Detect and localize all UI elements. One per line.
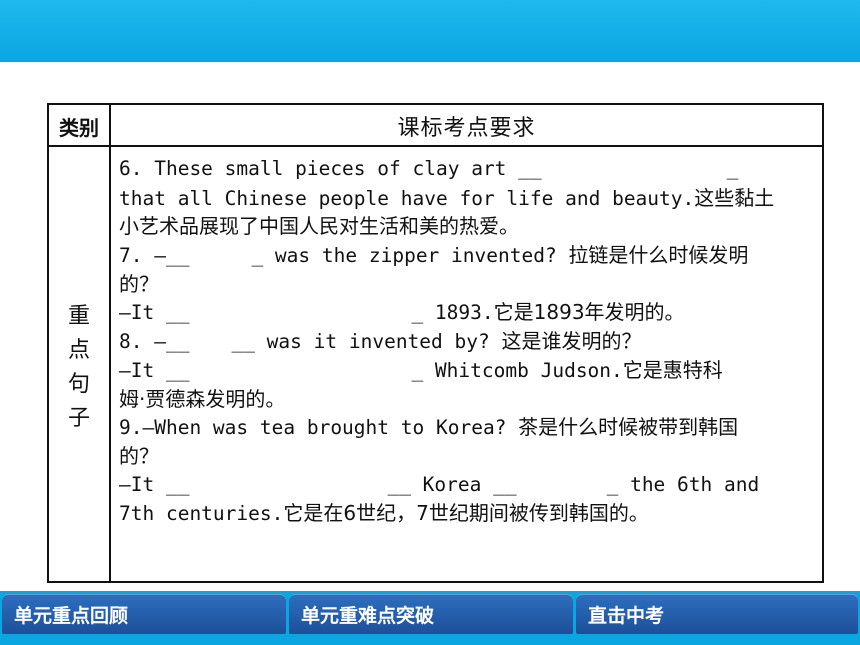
sentence-line: 的？ <box>119 443 159 468</box>
sentence-line: 6. These small pieces of clay art __ _ <box>119 157 739 180</box>
sentence-line: that all Chinese people have for life an… <box>119 185 775 210</box>
row-label-char: 子 <box>67 406 90 431</box>
nav-button-exam-focus[interactable]: 直击中考 <box>576 594 858 634</box>
sentence-line: 9.—When was tea brought to Korea? 茶是什么时候… <box>119 415 739 440</box>
header-category: 类别 <box>59 115 99 140</box>
sentence-line: 姆·贾德森发明的。 <box>119 386 286 411</box>
sentences-content: 6. These small pieces of clay art __ _ th… <box>119 155 819 528</box>
row-label-char: 句 <box>67 372 90 397</box>
sentence-line: —It __ _ 1893.它是1893年发明的。 <box>119 300 685 325</box>
row-label-char: 点 <box>67 338 90 363</box>
sentence-line: —It __ __ Korea __ _ the 6th and <box>119 472 760 496</box>
header-requirements: 课标考点要求 <box>397 116 536 141</box>
sentence-line: 7th centuries.它是在6世纪，7世纪期间被传到韩国的。 <box>119 501 649 526</box>
row-label-char: 重 <box>67 304 90 329</box>
sentence-line: 7. —__ _ was the zipper invented? 拉链是什么时候… <box>119 243 749 268</box>
sentence-line: 8. —__ __ was it invented by? 这是谁发明的？ <box>119 329 642 354</box>
sentence-line: 的？ <box>119 271 159 296</box>
requirements-table: 类别 课标考点要求 重 点 句 子 6. These small pieces … <box>47 103 824 583</box>
nav-button-unit-difficulties[interactable]: 单元重难点突破 <box>289 594 573 634</box>
top-banner <box>0 0 860 62</box>
nav-button-unit-review[interactable]: 单元重点回顾 <box>2 594 286 634</box>
column-divider <box>109 105 111 581</box>
row-label-key-sentences: 重 点 句 子 <box>59 300 99 436</box>
sentence-line: 小艺术品展现了中国人民对生活和美的热爱。 <box>119 214 519 239</box>
sentence-line: —It __ _ Whitcomb Judson.它是惠特科 <box>119 357 723 382</box>
